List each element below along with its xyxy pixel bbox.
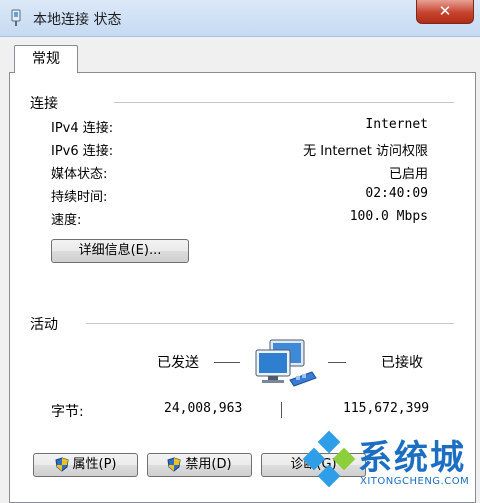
activity-separator	[86, 323, 454, 324]
media-state-value: 已启用	[388, 167, 428, 182]
duration-label: 持续时间:	[51, 190, 108, 205]
bytes-label: 字节:	[51, 404, 84, 420]
sent-line	[214, 362, 240, 363]
ipv4-label: IPv4 连接:	[51, 121, 114, 136]
connection-separator	[114, 102, 454, 103]
ipv6-label: IPv6 连接:	[51, 144, 114, 159]
window-title: 本地连接 状态	[33, 12, 122, 28]
connection-section-title: 连接	[30, 96, 58, 112]
speed-value: 100.0 Mbps	[349, 209, 428, 224]
disable-button[interactable]: 禁用(D)	[147, 453, 252, 477]
received-label: 已接收	[381, 355, 423, 371]
bytes-sent-value: 24,008,963	[164, 401, 243, 416]
uac-shield-icon	[54, 457, 69, 472]
speed-label: 速度:	[51, 213, 82, 228]
site-watermark: 系统城 XITONGCHENG.COM	[296, 428, 480, 503]
disable-label: 禁用(D)	[185, 457, 232, 472]
bytes-received-value: 115,672,399	[343, 401, 430, 416]
watermark-subtext: XITONGCHENG.COM	[360, 476, 470, 487]
status-dialog: 本地连接 状态 ✕ 常规 连接 IPv4 连接: Internet IPv6 连…	[0, 0, 480, 503]
ipv4-value: Internet	[365, 117, 428, 132]
sent-label: 已发送	[157, 355, 199, 371]
tab-general[interactable]: 常规	[14, 45, 78, 73]
received-line	[328, 362, 346, 363]
network-computers-icon	[255, 339, 317, 387]
close-icon: ✕	[438, 2, 452, 20]
title-bar[interactable]: 本地连接 状态 ✕	[0, 0, 480, 37]
close-button[interactable]: ✕	[416, 0, 474, 24]
properties-button[interactable]: 属性(P)	[33, 453, 138, 477]
uac-shield-icon	[167, 457, 181, 472]
watermark-text: 系统城	[358, 438, 466, 478]
activity-divider	[281, 402, 282, 418]
duration-value: 02:40:09	[365, 186, 428, 201]
ipv6-value: 无 Internet 访问权限	[303, 144, 428, 159]
network-adapter-icon	[11, 9, 21, 26]
properties-label: 属性(P)	[72, 457, 117, 472]
activity-section-title: 活动	[30, 317, 58, 333]
details-button[interactable]: 详细信息(E)...	[51, 239, 189, 263]
watermark-logo-icon	[302, 430, 356, 488]
media-state-label: 媒体状态:	[51, 167, 108, 182]
